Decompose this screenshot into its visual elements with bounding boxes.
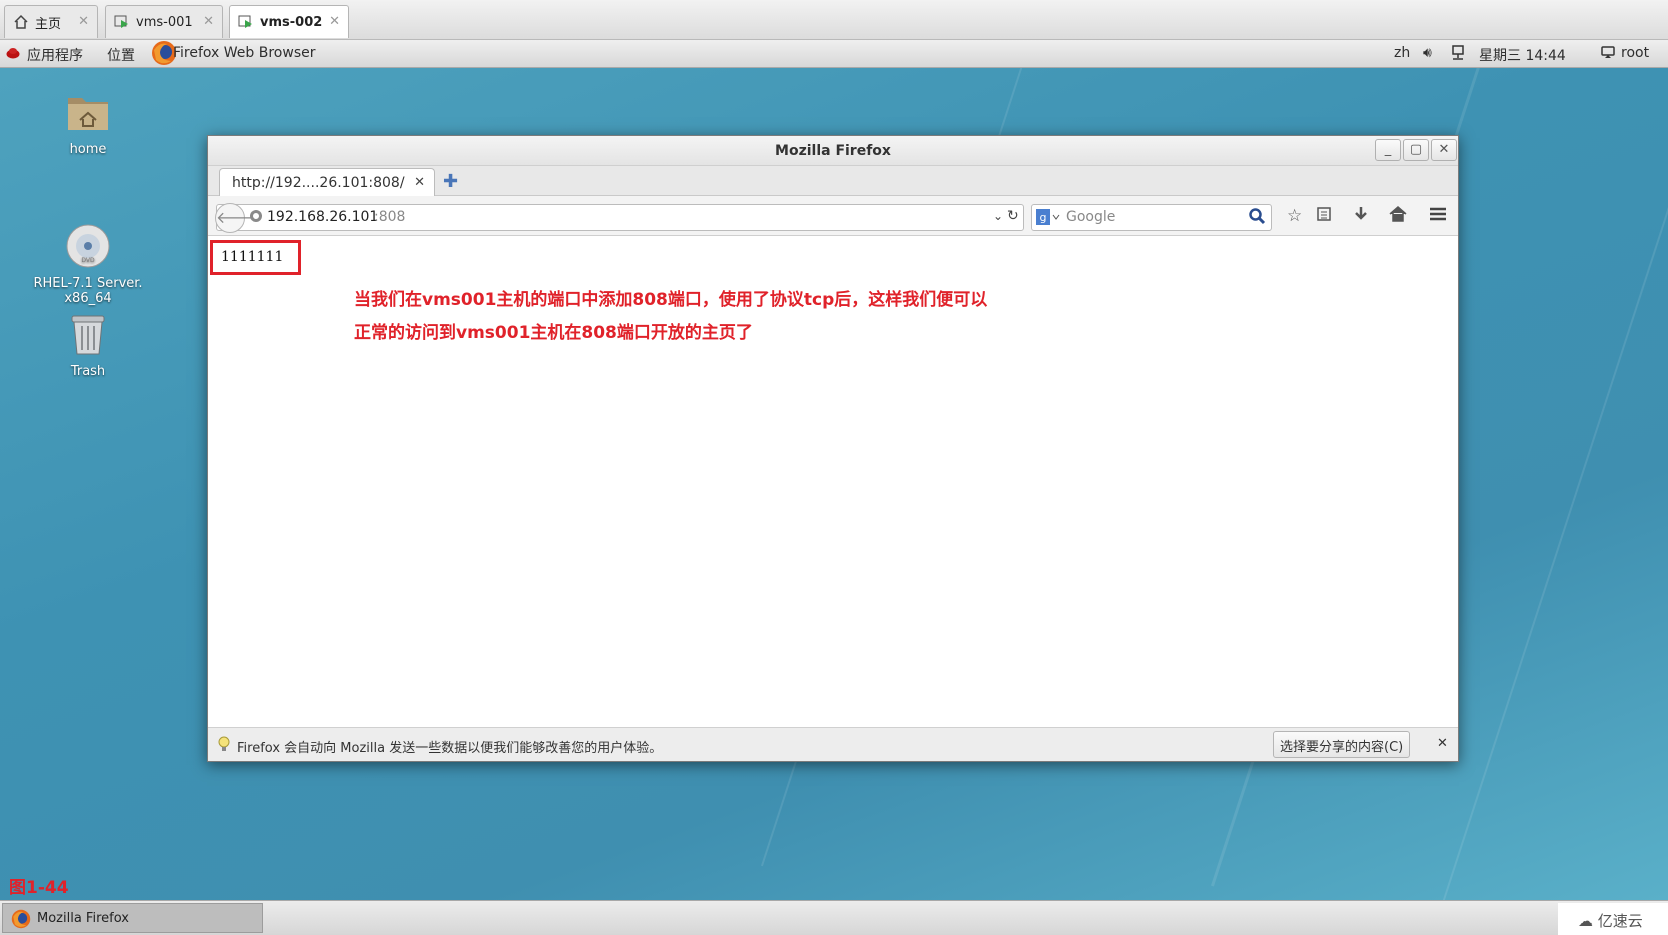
navigation-toolbar: 🡐 192.168.26.101 :808 ⌄ ↻ g Google ☆ bbox=[208, 196, 1458, 236]
firefox-logo-icon bbox=[11, 909, 31, 933]
input-language-indicator[interactable]: zh bbox=[1394, 45, 1410, 61]
user-menu[interactable]: root bbox=[1621, 45, 1649, 61]
host-tab-label: vms-002 bbox=[260, 14, 323, 30]
wallpaper-streak bbox=[1440, 68, 1668, 900]
home-folder-icon bbox=[64, 88, 112, 136]
search-input[interactable]: Google bbox=[1066, 209, 1115, 225]
desktop-icon-label: RHEL-7.1 Server. x86_64 bbox=[33, 276, 143, 306]
bookmarks-menu-icon[interactable] bbox=[1316, 206, 1332, 227]
browser-tab[interactable]: http://192....26.101:808/ ✕ bbox=[219, 168, 435, 197]
bottom-taskbar: Mozilla Firefox ☁ 亿速云 bbox=[0, 900, 1668, 935]
maximize-button[interactable]: ▢ bbox=[1403, 139, 1429, 161]
host-tab-vms-002[interactable]: vms-002 ✕ bbox=[229, 5, 349, 38]
site-identity-icon[interactable] bbox=[249, 209, 263, 227]
home-button-icon[interactable] bbox=[1389, 206, 1407, 227]
desktop-icon-dvd[interactable]: DVD RHEL-7.1 Server. x86_64 bbox=[13, 192, 163, 306]
home-icon bbox=[13, 14, 29, 30]
desktop-icon-label: Trash bbox=[70, 364, 106, 379]
window-title: Mozilla Firefox bbox=[775, 143, 891, 159]
volume-icon[interactable]: 🔊︎ bbox=[1423, 45, 1432, 61]
places-menu[interactable]: 位置 bbox=[107, 45, 135, 65]
user-icon[interactable] bbox=[1601, 45, 1615, 63]
dvd-icon: DVD bbox=[64, 207, 112, 268]
new-tab-button[interactable]: ✚ bbox=[443, 171, 458, 192]
firefox-window: Mozilla Firefox _ ▢ ✕ http://192....26.1… bbox=[207, 135, 1459, 762]
close-icon[interactable]: ✕ bbox=[329, 14, 340, 29]
taskbar-item-label: Mozilla Firefox bbox=[37, 911, 129, 926]
browser-tab-title: http://192....26.101:808/ bbox=[232, 175, 405, 191]
notification-bar: Firefox 会自动向 Mozilla 发送一些数据以便我们能够改善您的用户体… bbox=[208, 727, 1458, 761]
figure-label: 图1-44 bbox=[9, 878, 69, 898]
watermark-text: 亿速云 bbox=[1597, 912, 1643, 930]
host-tab-label: vms-001 bbox=[136, 14, 193, 30]
applications-menu[interactable]: 应用程序 bbox=[27, 45, 83, 65]
desktop-icon-label: home bbox=[69, 142, 107, 157]
back-button[interactable]: 🡐 bbox=[215, 203, 259, 233]
annotation-line-1: 当我们在vms001主机的端口中添加808端口，使用了协议tcp后，这样我们便可… bbox=[354, 290, 988, 310]
desktop: home DVD RHEL-7.1 Server. x86_64 Trash M… bbox=[0, 68, 1668, 900]
clock[interactable]: 星期三 14:44 bbox=[1479, 45, 1566, 65]
host-tab-strip: 主页 ✕ vms-001 ✕ vms-002 ✕ bbox=[0, 0, 1668, 40]
choose-share-button[interactable]: 选择要分享的内容(C) bbox=[1273, 731, 1411, 758]
window-titlebar[interactable]: Mozilla Firefox _ ▢ ✕ bbox=[208, 136, 1458, 166]
url-bar[interactable]: 🡐 192.168.26.101 :808 ⌄ ↻ bbox=[215, 203, 1024, 233]
active-app-menu[interactable]: Firefox Web Browser bbox=[173, 45, 316, 61]
minimize-button[interactable]: _ bbox=[1375, 139, 1401, 161]
close-notification-icon[interactable]: ✕ bbox=[1437, 736, 1448, 751]
lightbulb-icon bbox=[218, 736, 230, 756]
url-dropdown-icon[interactable]: ⌄ bbox=[993, 209, 1003, 223]
url-host: 192.168.26.101 bbox=[267, 209, 379, 225]
search-bar[interactable]: g Google bbox=[1031, 204, 1272, 231]
close-icon[interactable]: ✕ bbox=[78, 14, 89, 29]
trash-icon bbox=[64, 310, 112, 358]
close-window-button[interactable]: ✕ bbox=[1431, 139, 1457, 161]
host-tab-vms-001[interactable]: vms-001 ✕ bbox=[105, 5, 223, 38]
url-port: :808 bbox=[374, 209, 406, 225]
notification-text: Firefox 会自动向 Mozilla 发送一些数据以便我们能够改善您的用户体… bbox=[237, 741, 663, 756]
page-content-area: 1111111 当我们在vms001主机的端口中添加808端口，使用了协议tcp… bbox=[208, 237, 1458, 696]
taskbar-window-item[interactable]: Mozilla Firefox bbox=[2, 903, 263, 933]
hamburger-menu-icon[interactable] bbox=[1429, 206, 1447, 227]
downloads-icon[interactable] bbox=[1353, 206, 1369, 227]
google-engine-icon[interactable]: g bbox=[1036, 209, 1060, 229]
vm-running-icon bbox=[114, 14, 130, 30]
close-icon[interactable]: ✕ bbox=[203, 14, 214, 29]
host-tab-home[interactable]: 主页 ✕ bbox=[4, 5, 98, 38]
svg-text:DVD: DVD bbox=[81, 257, 95, 264]
search-icon[interactable] bbox=[1248, 207, 1266, 229]
reload-icon[interactable]: ↻ bbox=[1007, 208, 1019, 224]
annotation-line-2: 正常的访问到vms001主机在808端口开放的主页了 bbox=[354, 323, 753, 343]
vm-running-icon bbox=[238, 14, 254, 30]
svg-text:g: g bbox=[1040, 211, 1047, 224]
cloud-logo-icon: ☁ bbox=[1578, 912, 1593, 930]
desktop-icon-home[interactable]: home bbox=[13, 88, 163, 157]
bookmark-star-icon[interactable]: ☆ bbox=[1287, 206, 1302, 226]
network-icon[interactable] bbox=[1451, 45, 1465, 65]
gnome-top-bar: 应用程序 位置 Firefox Web Browser zh 🔊︎ 星期三 14… bbox=[0, 40, 1668, 68]
page-body-text: 1111111 bbox=[210, 240, 301, 275]
close-tab-icon[interactable]: ✕ bbox=[414, 175, 425, 190]
desktop-icon-trash[interactable]: Trash bbox=[13, 310, 163, 379]
browser-tab-strip: http://192....26.101:808/ ✕ ✚ bbox=[208, 166, 1458, 197]
redhat-icon bbox=[6, 47, 20, 63]
host-tab-label: 主页 bbox=[35, 16, 62, 32]
watermark: ☁ 亿速云 bbox=[1558, 903, 1668, 935]
